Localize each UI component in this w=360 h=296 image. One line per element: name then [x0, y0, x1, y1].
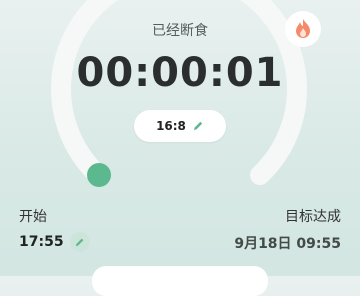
start-time-value: 17:55 — [19, 234, 64, 250]
pencil-icon — [75, 238, 84, 246]
edit-start-time-button[interactable] — [69, 232, 90, 252]
pencil-icon — [193, 121, 203, 130]
goal-time-value: 9月18日 09:55 — [234, 236, 341, 252]
progress-indicator — [87, 163, 111, 187]
start-label: 开始 — [19, 209, 47, 225]
fasting-plan-button[interactable]: 16:8 — [134, 110, 226, 142]
elapsed-timer: 00:00:01 — [76, 50, 284, 96]
fasting-plan-label: 16:8 — [156, 119, 186, 133]
fire-icon — [296, 19, 310, 38]
start-time-row[interactable]: 17:55 — [19, 232, 90, 252]
bottom-action-button[interactable] — [92, 266, 268, 296]
goal-label: 目标达成 — [285, 209, 341, 225]
flame-button[interactable] — [285, 11, 321, 47]
